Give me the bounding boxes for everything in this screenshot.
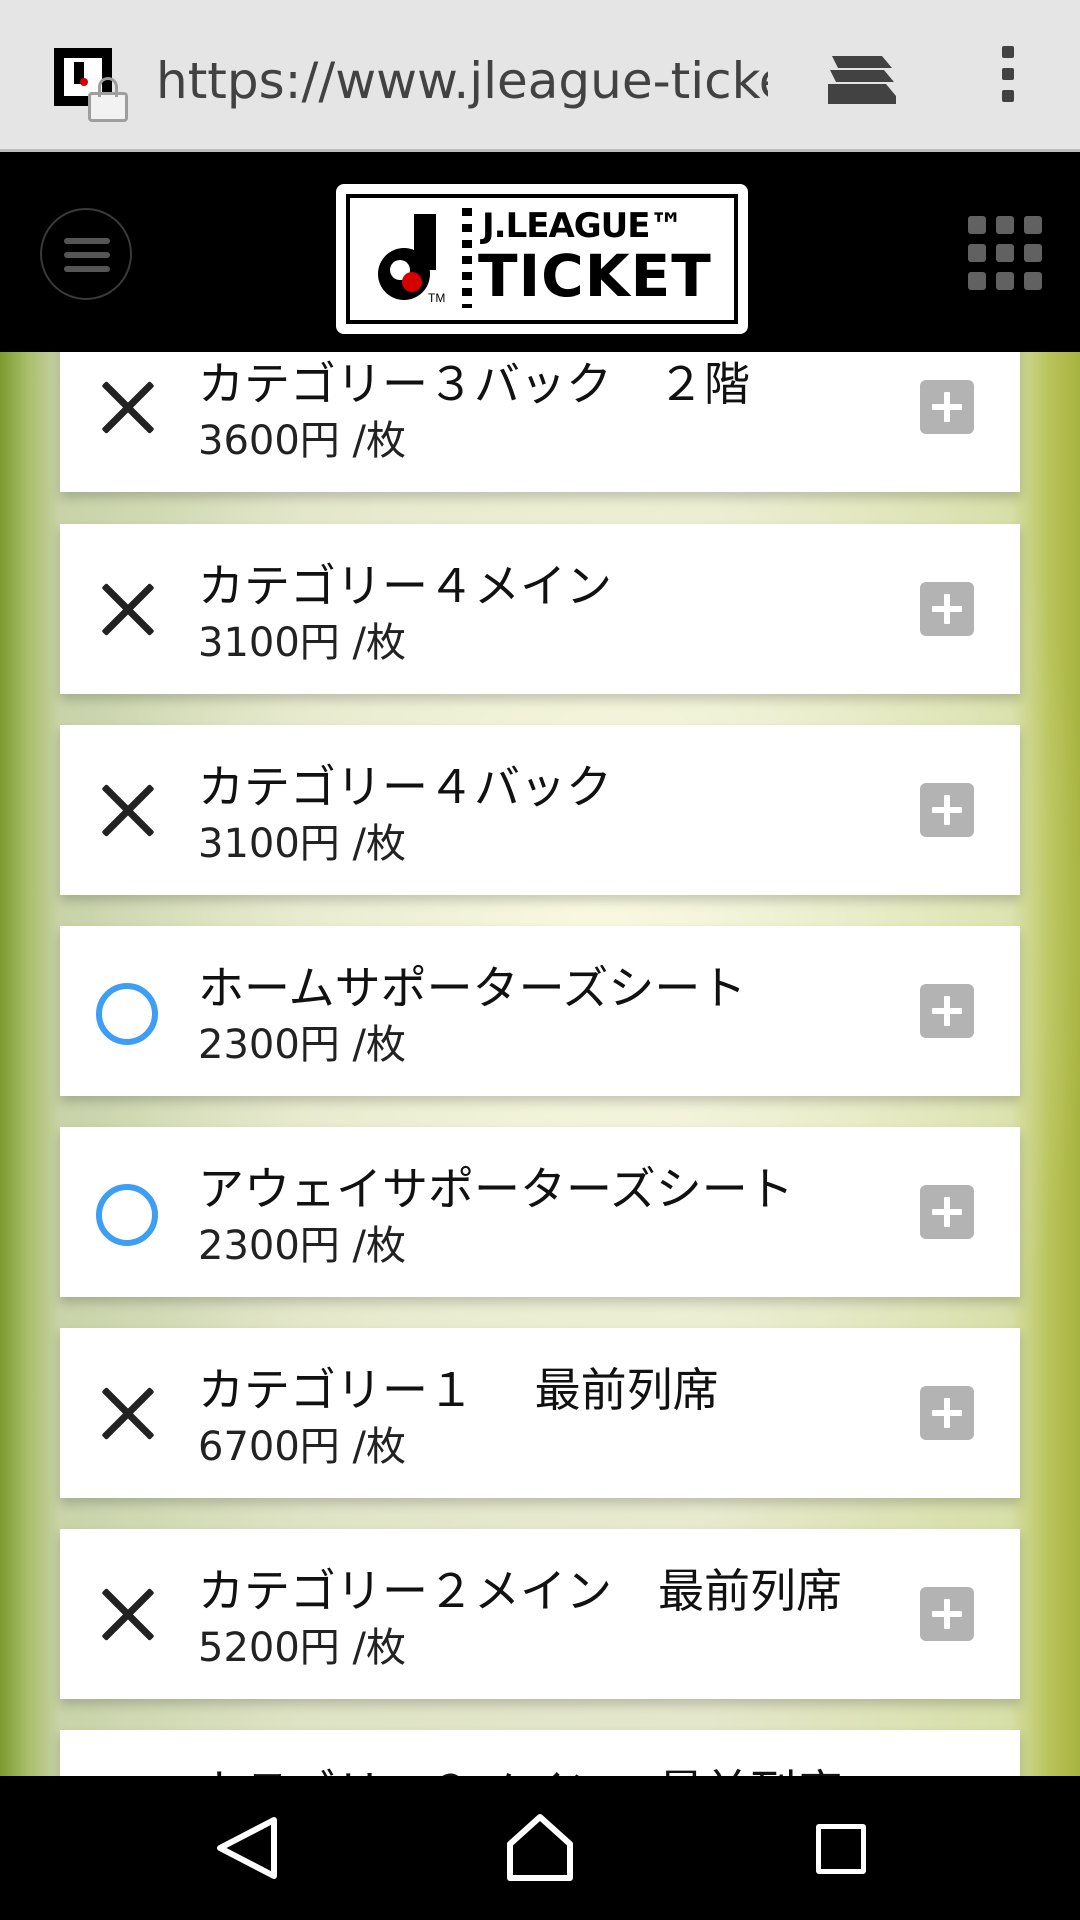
ticket-name: カテゴリー４メイン (198, 559, 612, 613)
sold-out-icon (98, 781, 158, 841)
available-circle-icon (96, 1184, 158, 1246)
site-header: TM J.LEAGUE™ TICKET (0, 152, 1080, 352)
ticket-row: カテゴリー４メイン 3100円 /枚 (60, 524, 1020, 694)
ticket-name: アウェイサポーターズシート (198, 1162, 794, 1216)
ticket-price: 3600円 /枚 (198, 418, 406, 464)
j-mark-icon: TM (378, 214, 445, 304)
ticket-name: ホームサポーターズシート (198, 961, 747, 1015)
ticket-row: カテゴリー４バック 3100円 /枚 (60, 725, 1020, 895)
ticket-name: カテゴリー２メイン 最前列席 (198, 1756, 842, 1776)
ticket-name: カテゴリー２メイン 最前列席 (198, 1564, 842, 1618)
ticket-row: アウェイサポーターズシート 2300円 /枚 (60, 1127, 1020, 1297)
add-icon[interactable] (920, 582, 974, 636)
ticket-row: カテゴリー１ 最前列席 6700円 /枚 (60, 1328, 1020, 1498)
ticket-list[interactable]: カテゴリー３バック ２階 3600円 /枚 カテゴリー４メイン 3100円 /枚… (0, 352, 1080, 1776)
sold-out-icon (98, 580, 158, 640)
ticket-name: カテゴリー１ 最前列席 (198, 1363, 719, 1417)
add-icon[interactable] (920, 1587, 974, 1641)
jleague-ticket-logo[interactable]: TM J.LEAGUE™ TICKET (336, 184, 748, 334)
logo-text-ticket: TICKET (478, 242, 712, 310)
ticket-price: 3100円 /枚 (198, 620, 406, 666)
overflow-menu-icon[interactable] (996, 46, 1020, 110)
home-icon[interactable] (504, 1812, 576, 1882)
hamburger-menu-icon[interactable] (40, 208, 132, 300)
add-icon[interactable] (920, 783, 974, 837)
address-bar[interactable]: https://www.jleague-ticket.jp (156, 46, 768, 116)
tabs-icon[interactable] (826, 50, 898, 108)
ticket-price: 2300円 /枚 (198, 1022, 406, 1068)
available-circle-icon (96, 983, 158, 1045)
add-icon[interactable] (920, 380, 974, 434)
sold-out-icon (98, 1384, 158, 1444)
add-icon[interactable] (920, 984, 974, 1038)
lock-icon (88, 77, 128, 122)
system-nav-bar (0, 1776, 1080, 1920)
logo-perforation (462, 208, 472, 308)
ticket-row: ホームサポーターズシート 2300円 /枚 (60, 926, 1020, 1096)
ticket-price: 6700円 /枚 (198, 1424, 406, 1470)
add-icon[interactable] (920, 1185, 974, 1239)
recent-apps-icon[interactable] (816, 1824, 866, 1874)
ticket-name: カテゴリー３バック ２階 (198, 357, 750, 411)
ticket-row: カテゴリー２メイン 最前列席 (60, 1730, 1020, 1776)
ticket-name: カテゴリー４バック (198, 760, 612, 814)
logo-text-jleague: J.LEAGUE™ (482, 206, 684, 246)
apps-grid-icon[interactable] (968, 216, 1042, 290)
ticket-price: 3100円 /枚 (198, 821, 406, 867)
ticket-price: 5200円 /枚 (198, 1625, 406, 1671)
ticket-row: カテゴリー３バック ２階 3600円 /枚 (60, 352, 1020, 492)
browser-toolbar: https://www.jleague-ticket.jp (0, 0, 1080, 152)
sold-out-icon (98, 378, 158, 438)
sold-out-icon (98, 1585, 158, 1645)
ticket-price: 2300円 /枚 (198, 1223, 406, 1269)
add-icon[interactable] (920, 1386, 974, 1440)
back-icon[interactable] (212, 1816, 282, 1880)
logo-tm: TM (428, 291, 445, 304)
ticket-row: カテゴリー２メイン 最前列席 5200円 /枚 (60, 1529, 1020, 1699)
